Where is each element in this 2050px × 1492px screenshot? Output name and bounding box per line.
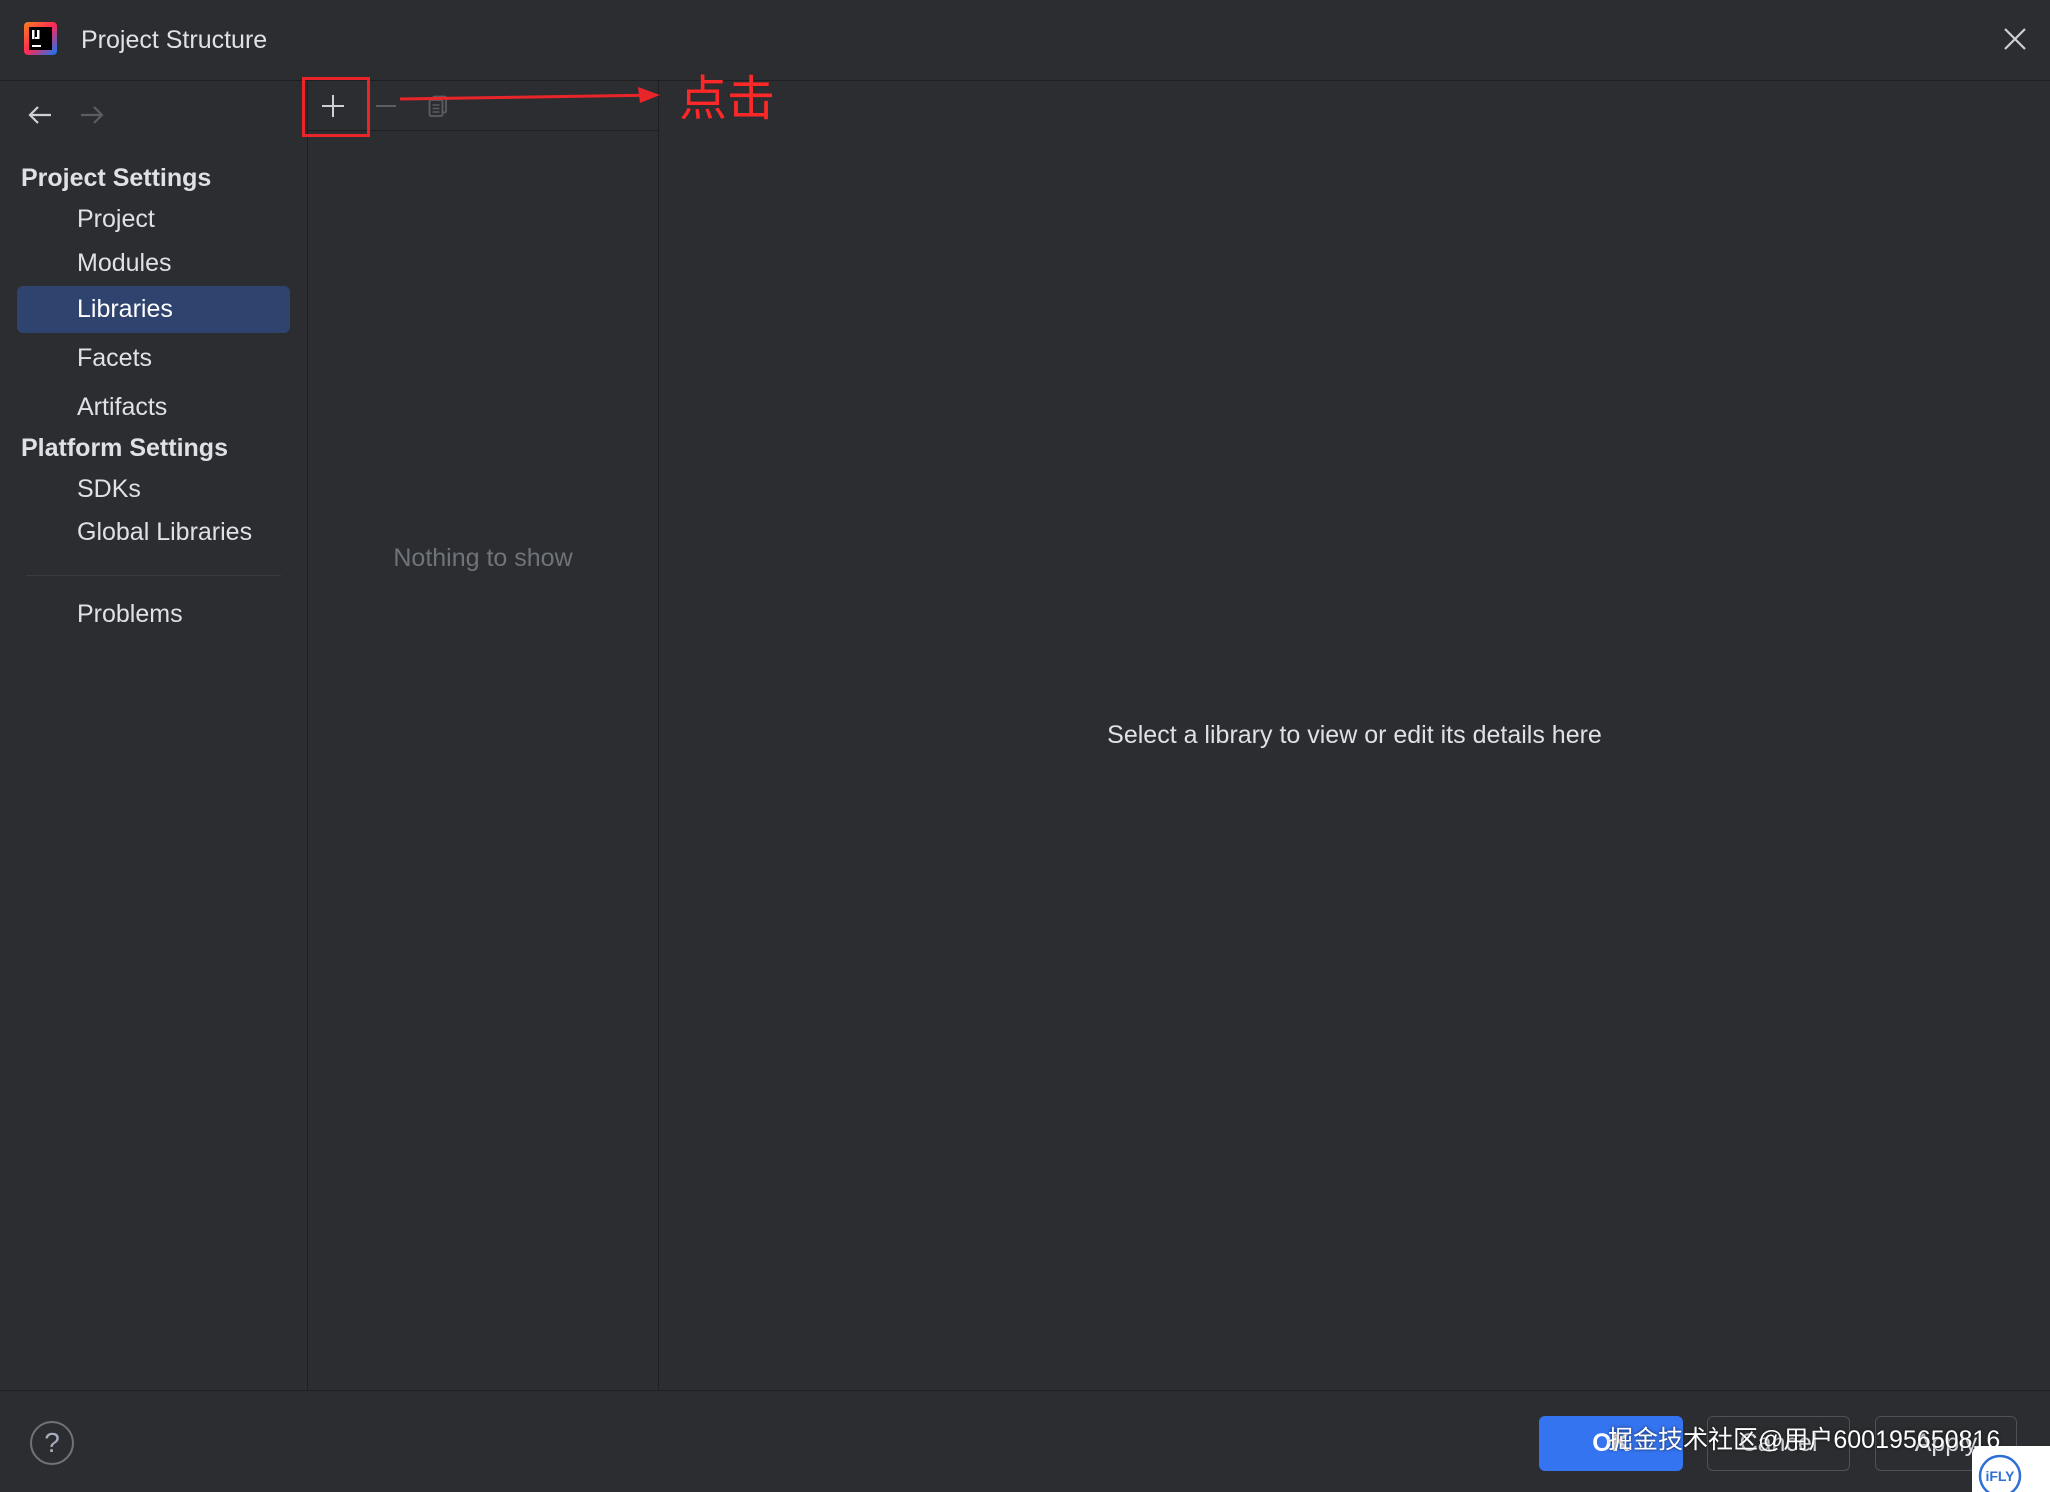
- library-details-panel: Select a library to view or edit its det…: [659, 81, 2050, 1390]
- close-button[interactable]: [1996, 20, 2034, 58]
- close-icon: [2004, 28, 2026, 50]
- sidebar-item-label: Modules: [77, 249, 172, 277]
- sidebar: Project Settings Project Modules Librari…: [0, 81, 308, 1390]
- sidebar-item-label: Project: [77, 205, 155, 233]
- arrow-right-icon: [81, 106, 104, 124]
- sidebar-divider: [26, 575, 281, 576]
- sidebar-item-global-libraries[interactable]: Global Libraries: [17, 509, 290, 555]
- question-circle-icon: ?: [44, 1427, 60, 1458]
- dialog-footer: ? OK Cancel Apply: [0, 1390, 2050, 1492]
- intellij-idea-icon: [24, 22, 57, 55]
- sidebar-item-label: Facets: [77, 344, 153, 372]
- library-list-panel: Nothing to show: [308, 81, 659, 1390]
- sidebar-item-label: Problems: [77, 600, 183, 628]
- sidebar-item-modules[interactable]: Modules: [17, 240, 290, 286]
- empty-list-message: Nothing to show: [393, 544, 573, 572]
- arrow-left-icon: [28, 106, 51, 124]
- title-bar: Project Structure: [0, 0, 2050, 81]
- section-heading-project-settings: Project Settings: [21, 164, 212, 192]
- sidebar-item-label: Libraries: [77, 295, 173, 323]
- sidebar-item-label: Global Libraries: [77, 518, 253, 546]
- back-button[interactable]: [25, 100, 55, 130]
- sidebar-item-label: SDKs: [77, 475, 141, 503]
- sidebar-item-label: Artifacts: [77, 393, 168, 421]
- copy-library-button[interactable]: [423, 91, 453, 121]
- annotation-label: 点击: [679, 73, 776, 126]
- sidebar-item-facets[interactable]: Facets: [17, 335, 290, 381]
- cancel-button[interactable]: Cancel: [1707, 1416, 1850, 1471]
- plus-icon: [322, 95, 344, 117]
- forward-button[interactable]: [77, 100, 107, 130]
- copy-icon: [428, 95, 447, 117]
- remove-library-button[interactable]: [371, 91, 401, 121]
- sidebar-item-libraries[interactable]: Libraries: [17, 286, 290, 333]
- add-library-button[interactable]: [318, 91, 348, 121]
- details-placeholder: Select a library to view or edit its det…: [1107, 721, 1602, 749]
- section-heading-platform-settings: Platform Settings: [21, 434, 228, 462]
- sidebar-item-project[interactable]: Project: [17, 196, 290, 242]
- minus-icon: [376, 105, 396, 107]
- help-button[interactable]: ?: [30, 1421, 74, 1465]
- window-title: Project Structure: [81, 26, 268, 54]
- sidebar-item-artifacts[interactable]: Artifacts: [17, 384, 290, 430]
- library-list-toolbar: [308, 81, 658, 131]
- ifly-logo-text: iFLY: [1985, 1468, 2015, 1484]
- ifly-badge: iFLY: [1972, 1446, 2050, 1492]
- sidebar-item-problems[interactable]: Problems: [17, 591, 290, 637]
- ok-button[interactable]: OK: [1539, 1416, 1683, 1471]
- sidebar-item-sdks[interactable]: SDKs: [17, 466, 290, 512]
